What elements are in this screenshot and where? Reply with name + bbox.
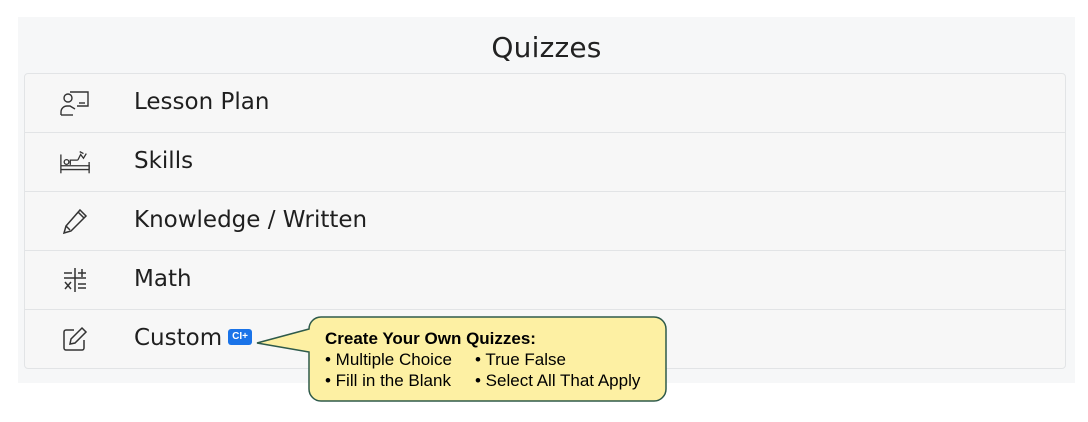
teacher-board-icon xyxy=(59,88,91,118)
custom-label-text: Custom xyxy=(134,325,223,351)
quiz-item-label: Math xyxy=(134,266,192,292)
tooltip-text: Create Your Own Quizzes: • Multiple Choi… xyxy=(325,328,640,391)
custom-quiz-tooltip: Create Your Own Quizzes: • Multiple Choi… xyxy=(256,316,668,402)
tooltip-heading: Create Your Own Quizzes: xyxy=(325,329,536,348)
math-operators-icon xyxy=(59,265,91,295)
quiz-item-knowledge-written[interactable]: Knowledge / Written xyxy=(25,191,1065,250)
bullet-select-all: • Select All That Apply xyxy=(475,371,641,390)
quiz-item-skills[interactable]: Skills xyxy=(25,132,1065,191)
tooltip-bullet-row: • Multiple Choice • True False xyxy=(325,349,640,370)
quiz-item-math[interactable]: Math xyxy=(25,250,1065,309)
ci-plus-badge: CI+ xyxy=(228,328,252,345)
panel-title: Quizzes xyxy=(491,31,602,64)
bullet-true-false: • True False xyxy=(475,350,566,369)
quiz-item-label: Knowledge / Written xyxy=(134,207,368,233)
bullet-multiple-choice: • Multiple Choice xyxy=(325,350,452,369)
quiz-item-label: Skills xyxy=(134,148,194,174)
bullet-fill-in-blank: • Fill in the Blank xyxy=(325,371,451,390)
quiz-item-lesson-plan[interactable]: Lesson Plan xyxy=(25,74,1065,132)
skills-bed-icon xyxy=(59,147,91,177)
edit-square-icon xyxy=(59,324,91,354)
quiz-item-label: Custom CI+ xyxy=(134,325,252,351)
quiz-item-label: Lesson Plan xyxy=(134,89,270,115)
pencil-icon xyxy=(59,206,91,236)
tooltip-bullet-row: • Fill in the Blank • Select All That Ap… xyxy=(325,370,640,391)
